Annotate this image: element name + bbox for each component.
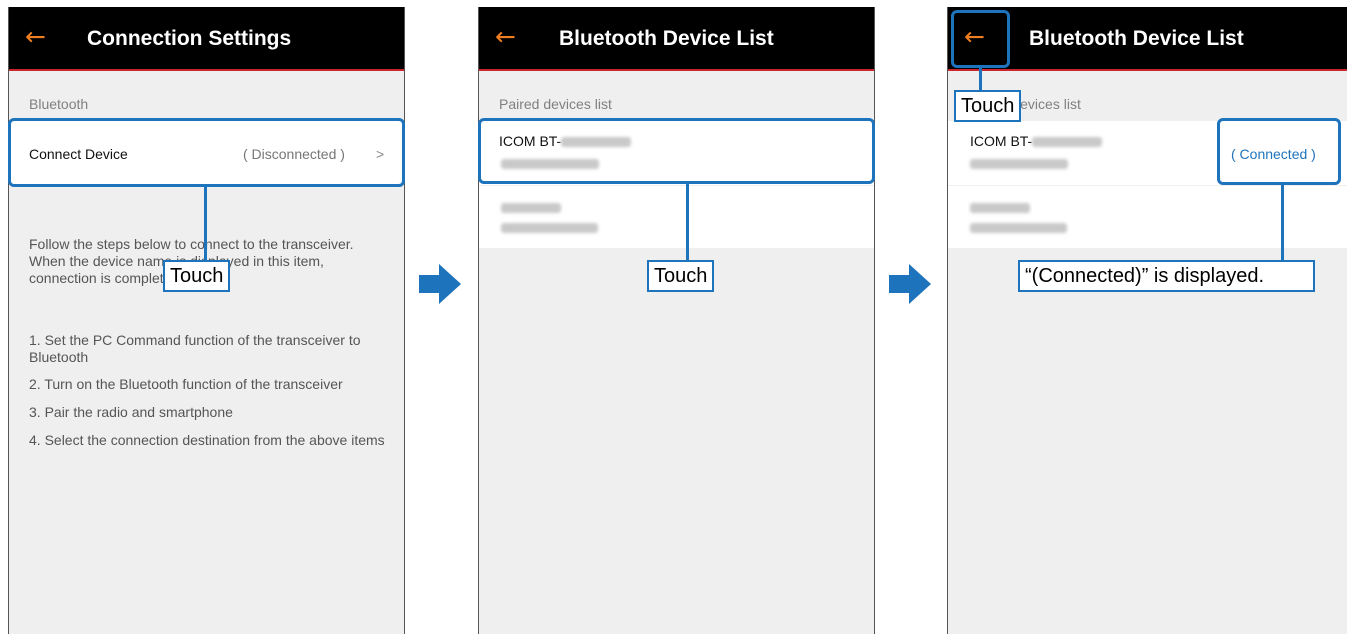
- device-name-label: ICOM BT-: [970, 133, 1033, 149]
- touch-callout-3: Touch: [954, 90, 1022, 122]
- redacted-device-name: [501, 203, 561, 213]
- app-bar: ← Connection Settings: [9, 7, 404, 71]
- flow-arrow-icon: [889, 264, 931, 304]
- touch-callout-2: Touch: [647, 260, 715, 292]
- page-title: Bluetooth Device List: [559, 27, 774, 50]
- device-row-2[interactable]: [479, 186, 874, 248]
- step-4: 4. Select the connection destination fro…: [29, 432, 385, 448]
- highlight-connect-device: [8, 118, 405, 187]
- flow-arrow-icon: [419, 264, 461, 304]
- section-header-bluetooth: Bluetooth: [29, 96, 89, 112]
- device-row-2[interactable]: [948, 186, 1347, 248]
- redacted-device-name: [970, 203, 1030, 213]
- redacted-address: [501, 223, 598, 233]
- highlight-back-button: [951, 10, 1010, 68]
- page-title: Connection Settings: [87, 27, 292, 50]
- step-2: 2. Turn on the Bluetooth function of the…: [29, 376, 343, 392]
- callout-line: [1281, 185, 1284, 260]
- step-1: 1. Set the PC Command function of the tr…: [29, 332, 361, 365]
- redacted-serial: [1032, 137, 1103, 148]
- app-bar: ← Bluetooth Device List: [479, 7, 874, 71]
- callout-line: [979, 68, 982, 90]
- redacted-address: [970, 223, 1067, 233]
- screen-connection-settings: ← Connection Settings Bluetooth Connect …: [8, 7, 405, 634]
- connected-callout: “(Connected)” is displayed.: [1018, 260, 1315, 292]
- highlight-device-row: [478, 118, 875, 184]
- section-header-paired: Paired devices list: [499, 96, 612, 112]
- touch-callout-1: Touch: [163, 260, 231, 292]
- callout-line: [204, 187, 207, 260]
- screen-bluetooth-device-list: ← Bluetooth Device List Paired devices l…: [478, 7, 875, 634]
- redacted-address: [970, 159, 1068, 169]
- page-title: Bluetooth Device List: [1029, 27, 1244, 50]
- device-name: ICOM BT-: [970, 133, 1103, 149]
- back-arrow-icon[interactable]: ←: [495, 24, 516, 50]
- callout-line: [686, 184, 689, 260]
- step-3: 3. Pair the radio and smartphone: [29, 404, 233, 420]
- back-arrow-icon[interactable]: ←: [25, 24, 46, 50]
- highlight-connected-status: [1217, 118, 1341, 185]
